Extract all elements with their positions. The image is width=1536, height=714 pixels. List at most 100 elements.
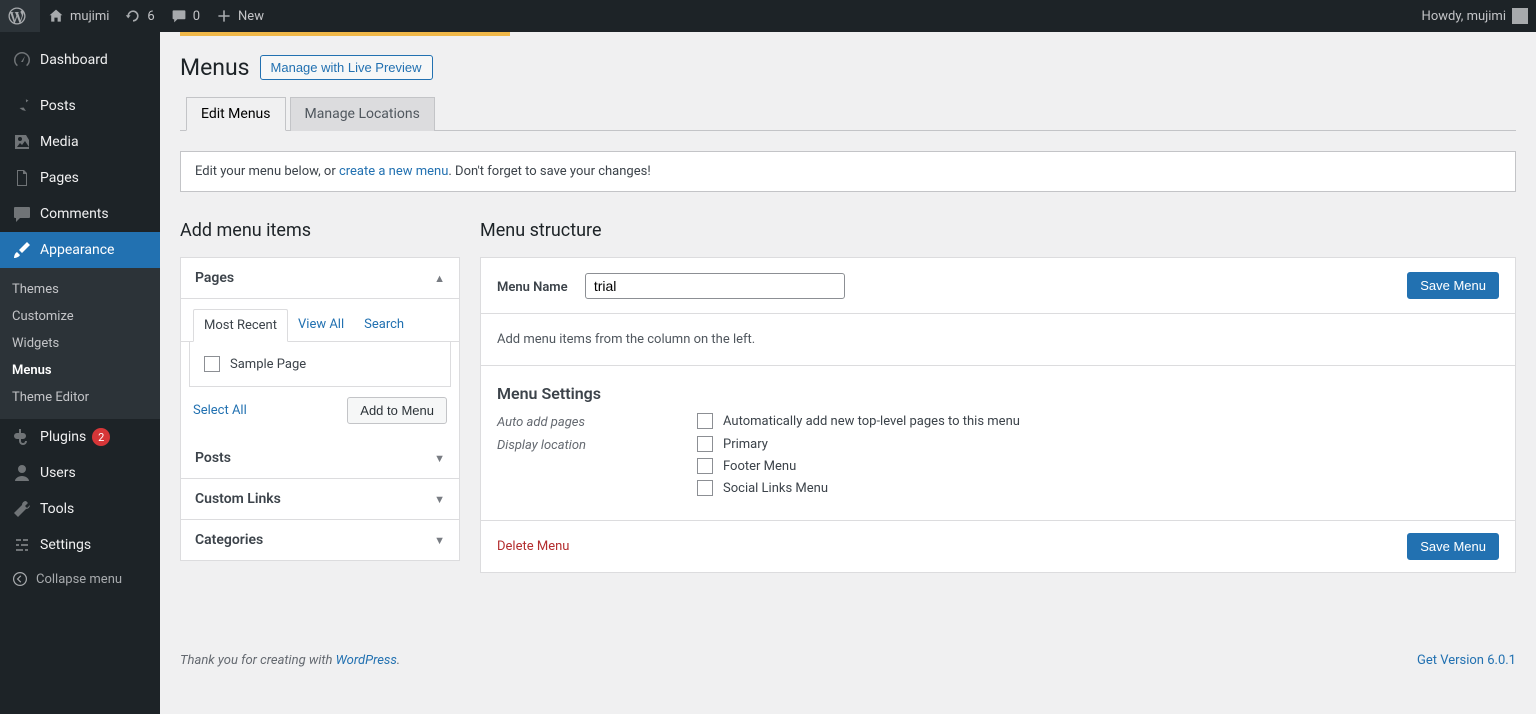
auto-add-label: Auto add pages xyxy=(497,413,697,430)
sidebar-item-appearance[interactable]: Appearance xyxy=(0,232,160,268)
media-icon xyxy=(12,132,32,152)
sidebar-item-dashboard[interactable]: Dashboard xyxy=(0,42,160,78)
sidebar-label: Settings xyxy=(40,537,91,553)
select-all-link[interactable]: Select All xyxy=(193,403,247,418)
notice-text-post: . Don't forget to save your changes! xyxy=(448,164,650,179)
sample-page-label: Sample Page xyxy=(230,357,306,372)
chevron-down-icon: ▼ xyxy=(434,493,445,506)
sidebar-label: Plugins xyxy=(40,429,86,445)
sidebar-item-media[interactable]: Media xyxy=(0,124,160,160)
sidebar-item-pages[interactable]: Pages xyxy=(0,160,160,196)
submenu-customize[interactable]: Customize xyxy=(0,303,160,330)
comments-link[interactable]: 0 xyxy=(163,0,208,32)
sidebar-item-tools[interactable]: Tools xyxy=(0,491,160,527)
sample-page-checkbox[interactable] xyxy=(204,356,220,372)
collapse-label: Collapse menu xyxy=(36,572,122,587)
plugin-icon xyxy=(12,427,32,447)
comments-count: 0 xyxy=(193,9,200,24)
sidebar-label: Posts xyxy=(40,98,76,114)
sidebar-item-plugins[interactable]: Plugins 2 xyxy=(0,419,160,455)
acc-categories-label: Categories xyxy=(195,532,263,548)
menu-settings-heading: Menu Settings xyxy=(497,384,1499,403)
notice-text-pre: Edit your menu below, or xyxy=(195,164,339,179)
pin-icon xyxy=(12,96,32,116)
subtab-view-all[interactable]: View All xyxy=(288,309,354,341)
tab-manage-locations[interactable]: Manage Locations xyxy=(290,97,435,131)
loc-footer-checkbox[interactable] xyxy=(697,458,713,474)
sidebar-item-comments[interactable]: Comments xyxy=(0,196,160,232)
loc-primary-text: Primary xyxy=(723,437,768,452)
acc-pages-label: Pages xyxy=(195,270,234,286)
howdy-text: Howdy, mujimi xyxy=(1422,9,1506,24)
acc-posts-label: Posts xyxy=(195,450,231,466)
page-footer: Thank you for creating with WordPress. G… xyxy=(160,633,1536,678)
site-name-link[interactable]: mujimi xyxy=(40,0,117,32)
sidebar-item-posts[interactable]: Posts xyxy=(0,88,160,124)
acc-custom-links-label: Custom Links xyxy=(195,491,281,507)
brush-icon xyxy=(12,240,32,260)
updates-link[interactable]: 6 xyxy=(117,0,162,32)
footer-thanks: Thank you for creating with xyxy=(180,653,336,668)
acc-categories-header[interactable]: Categories ▼ xyxy=(181,519,459,560)
site-name-text: mujimi xyxy=(70,9,109,24)
sidebar-item-settings[interactable]: Settings xyxy=(0,527,160,563)
wp-logo[interactable] xyxy=(0,0,40,32)
acc-custom-links-header[interactable]: Custom Links ▼ xyxy=(181,478,459,519)
acc-posts-header[interactable]: Posts ▼ xyxy=(181,438,459,478)
subtab-most-recent[interactable]: Most Recent xyxy=(193,309,288,342)
live-preview-button[interactable]: Manage with Live Preview xyxy=(260,55,433,80)
comment-icon xyxy=(171,8,187,24)
appearance-submenu: Themes Customize Widgets Menus Theme Edi… xyxy=(0,268,160,419)
submenu-menus[interactable]: Menus xyxy=(0,357,160,384)
account-link[interactable]: Howdy, mujimi xyxy=(1414,0,1536,32)
submenu-widgets[interactable]: Widgets xyxy=(0,330,160,357)
home-icon xyxy=(48,8,64,24)
subtab-search[interactable]: Search xyxy=(354,309,414,341)
main-content: Menus Manage with Live Preview Edit Menu… xyxy=(160,0,1536,678)
plugin-badge: 2 xyxy=(92,428,110,446)
tab-edit-menus[interactable]: Edit Menus xyxy=(186,97,286,131)
user-icon xyxy=(12,463,32,483)
chevron-up-icon: ▲ xyxy=(434,272,445,285)
save-menu-button-bottom[interactable]: Save Menu xyxy=(1407,533,1499,560)
acc-pages-header[interactable]: Pages ▲ xyxy=(181,258,459,299)
loc-footer-text: Footer Menu xyxy=(723,459,796,474)
page-title: Menus xyxy=(180,54,250,81)
collapse-icon xyxy=(12,571,28,587)
page-item-row: Sample Page xyxy=(189,342,451,387)
add-to-menu-button[interactable]: Add to Menu xyxy=(347,397,447,424)
nav-tabs: Edit Menus Manage Locations xyxy=(180,97,1516,131)
admin-toolbar: mujimi 6 0 New Howdy, mujimi xyxy=(0,0,1536,32)
delete-menu-link[interactable]: Delete Menu xyxy=(497,539,569,554)
loc-social-text: Social Links Menu xyxy=(723,481,828,496)
menu-structure-heading: Menu structure xyxy=(480,220,1516,241)
update-icon xyxy=(125,8,141,24)
admin-sidebar: Dashboard Posts Media Pages Comments App… xyxy=(0,32,160,714)
loc-primary-checkbox[interactable] xyxy=(697,436,713,452)
collapse-menu[interactable]: Collapse menu xyxy=(0,563,160,595)
loc-social-checkbox[interactable] xyxy=(697,480,713,496)
submenu-themes[interactable]: Themes xyxy=(0,276,160,303)
new-link[interactable]: New xyxy=(208,0,272,32)
sidebar-item-users[interactable]: Users xyxy=(0,455,160,491)
save-menu-button-top[interactable]: Save Menu xyxy=(1407,272,1499,299)
footer-version-link[interactable]: Get Version 6.0.1 xyxy=(1417,653,1516,668)
display-location-label: Display location xyxy=(497,436,697,496)
chevron-down-icon: ▼ xyxy=(434,534,445,547)
menu-name-input[interactable] xyxy=(585,273,845,299)
chevron-down-icon: ▼ xyxy=(434,452,445,465)
sidebar-label: Media xyxy=(40,134,79,150)
auto-add-checkbox[interactable] xyxy=(697,413,713,429)
plus-icon xyxy=(216,8,232,24)
new-label: New xyxy=(238,9,264,24)
menu-edit-box: Menu Name Save Menu Add menu items from … xyxy=(480,257,1516,573)
footer-wp-link[interactable]: WordPress xyxy=(336,653,397,668)
add-items-heading: Add menu items xyxy=(180,220,460,241)
create-new-menu-link[interactable]: create a new menu xyxy=(339,164,448,179)
comment-icon xyxy=(12,204,32,224)
sidebar-label: Users xyxy=(40,465,76,481)
submenu-theme-editor[interactable]: Theme Editor xyxy=(0,384,160,411)
sidebar-label: Appearance xyxy=(40,242,114,258)
wordpress-icon xyxy=(8,7,26,25)
updates-count: 6 xyxy=(147,9,154,24)
